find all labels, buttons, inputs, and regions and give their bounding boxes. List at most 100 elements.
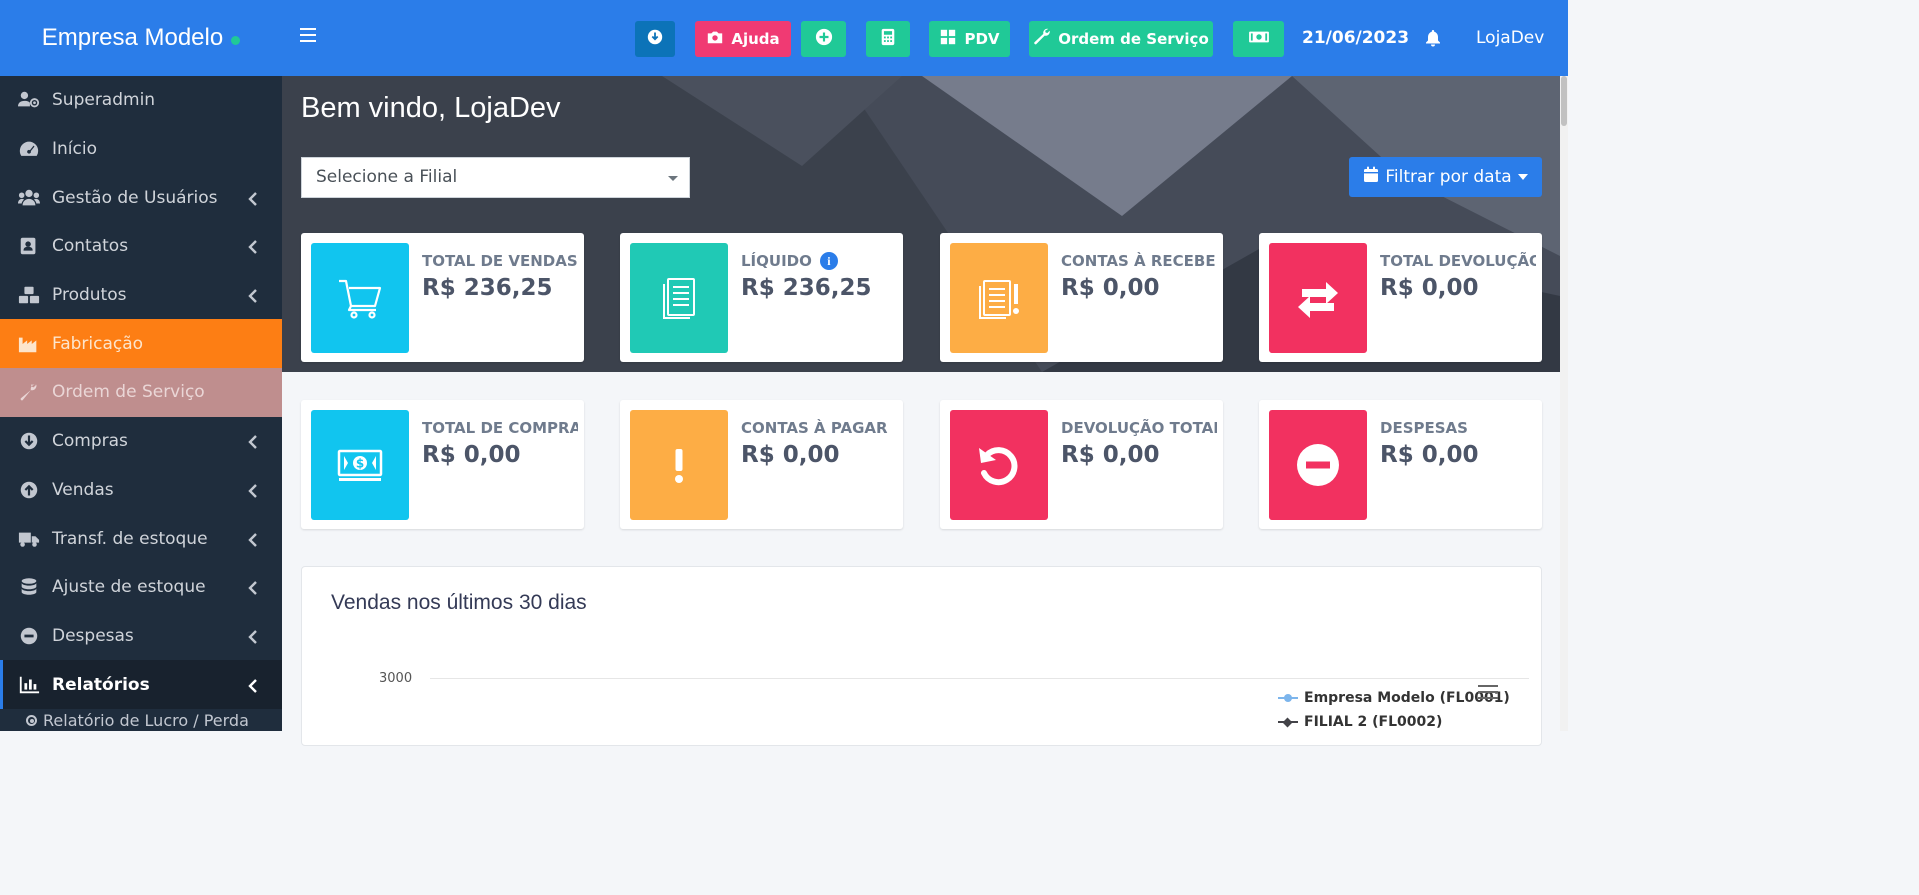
sidebar-item-superadmin[interactable]: Superadmin	[0, 76, 282, 125]
plus-circle-icon	[815, 28, 833, 50]
stat-card-total-devolucao[interactable]: TOTAL DEVOLUÇÃO R$ 0,00	[1259, 233, 1542, 362]
sidebar-subitem-label: Relatório de Lucro / Perda	[43, 711, 249, 731]
calculator-button[interactable]	[866, 21, 910, 57]
cash-button[interactable]	[1233, 21, 1284, 57]
stat-card-devolucao-total[interactable]: DEVOLUÇÃO TOTAL R$ 0,00	[940, 400, 1223, 529]
sidebar-item-label: Produtos	[52, 285, 127, 306]
arrow-circle-up-icon	[16, 480, 42, 500]
sidebar-item-label: Ordem de Serviço	[52, 382, 205, 403]
stat-card-value: R$ 0,00	[741, 442, 840, 468]
info-icon[interactable]: i	[819, 252, 838, 270]
stat-card-value: R$ 236,25	[741, 275, 872, 301]
user-menu[interactable]: LojaDev	[1476, 28, 1544, 48]
chart-gridline	[430, 678, 1529, 679]
sidebar-subitem-lucro-perda[interactable]: Relatório de Lucro / Perda	[0, 709, 282, 733]
chevron-left-icon	[248, 483, 258, 498]
sidebar-item-label: Superadmin	[52, 90, 156, 111]
truck-icon	[16, 529, 42, 549]
sidebar-item-produtos[interactable]: Produtos	[0, 271, 282, 320]
stat-card-total-vendas[interactable]: TOTAL DE VENDAS R$ 236,25	[301, 233, 584, 362]
undo-icon	[950, 410, 1048, 520]
caret-down-icon	[1517, 174, 1528, 180]
sidebar-item-gestao-usuarios[interactable]: Gestão de Usuários	[0, 173, 282, 222]
branch-select[interactable]: Selecione a Filial	[301, 157, 690, 198]
add-button[interactable]	[801, 21, 846, 57]
service-order-button[interactable]: Ordem de Serviço	[1029, 21, 1213, 57]
stat-card-contas-pagar[interactable]: CONTAS À PAGAR R$ 0,00	[620, 400, 903, 529]
stat-card-label: LÍQUIDO i	[741, 252, 897, 270]
sidebar-item-vendas[interactable]: Vendas	[0, 466, 282, 515]
cubes-icon	[16, 285, 42, 305]
stat-card-total-compras[interactable]: $ TOTAL DE COMPRAS R$ 0,00	[301, 400, 584, 529]
sidebar-item-ajuste-estoque[interactable]: Ajuste de estoque	[0, 563, 282, 612]
legend-item-filial-2[interactable]: FILIAL 2 (FL0002)	[1278, 710, 1510, 734]
stat-card-label: DESPESAS	[1380, 419, 1468, 437]
brand[interactable]: Empresa Modelo	[0, 0, 282, 76]
chevron-left-icon	[248, 629, 258, 644]
help-button[interactable]: Ajuda	[695, 21, 791, 57]
menu-toggle-icon[interactable]	[300, 28, 316, 44]
sidebar-item-label: Transf. de estoque	[52, 528, 208, 549]
sales-chart-panel: Vendas nos últimos 30 dias 3000 Empresa …	[301, 566, 1542, 746]
legend-label: FILIAL 2 (FL0002)	[1304, 714, 1443, 730]
legend-item-empresa-modelo[interactable]: Empresa Modelo (FL0001)	[1278, 686, 1510, 710]
stat-card-label: TOTAL DE COMPRAS	[422, 419, 578, 437]
users-icon	[16, 188, 42, 208]
sidebar-item-relatorios[interactable]: Relatórios	[0, 660, 282, 709]
stat-card-label: TOTAL DE VENDAS	[422, 252, 578, 270]
sidebar-item-label: Despesas	[52, 625, 134, 646]
wrench-icon	[1033, 28, 1051, 50]
legend-circle-marker	[1278, 693, 1298, 703]
stat-card-label: DEVOLUÇÃO TOTAL	[1061, 419, 1217, 437]
service-order-button-label: Ordem de Serviço	[1058, 30, 1209, 48]
online-status-dot	[231, 35, 241, 45]
stat-card-liquido[interactable]: LÍQUIDO i R$ 236,25	[620, 233, 903, 362]
branch-select-value: Selecione a Filial	[316, 167, 458, 187]
brand-name: Empresa Modelo	[41, 24, 224, 51]
chevron-left-icon	[248, 532, 258, 547]
sidebar-item-compras[interactable]: Compras	[0, 417, 282, 466]
chevron-left-icon	[248, 678, 258, 693]
stat-card-label: TOTAL DEVOLUÇÃO	[1380, 252, 1536, 270]
sidebar-item-label: Relatórios	[52, 674, 150, 695]
filter-button-label: Filtrar por data	[1385, 167, 1512, 187]
page-scrollbar[interactable]	[1560, 76, 1568, 731]
chart-bar-icon	[16, 675, 42, 695]
stat-card-despesas[interactable]: DESPESAS R$ 0,00	[1259, 400, 1542, 529]
legend-diamond-marker	[1278, 717, 1298, 727]
calculator-icon	[879, 28, 897, 50]
stat-card-value: R$ 0,00	[1380, 275, 1479, 301]
address-book-icon	[16, 236, 42, 256]
industry-icon	[16, 334, 42, 354]
sidebar-item-fabricacao[interactable]: Fabricação	[0, 319, 282, 369]
users-cog-icon	[16, 90, 42, 110]
pdv-button[interactable]: PDV	[929, 21, 1010, 57]
filter-by-date-button[interactable]: Filtrar por data	[1349, 157, 1542, 197]
grid-icon	[939, 28, 957, 50]
stat-card-value: R$ 236,25	[422, 275, 553, 301]
chevron-left-icon	[248, 191, 258, 206]
bell-icon[interactable]	[1424, 29, 1442, 47]
cart-icon	[311, 243, 409, 353]
calendar-icon	[1363, 166, 1379, 188]
sidebar-item-transf-estoque[interactable]: Transf. de estoque	[0, 514, 282, 563]
chevron-left-icon	[248, 288, 258, 303]
sidebar-item-label: Gestão de Usuários	[52, 187, 218, 208]
chevron-left-icon	[248, 434, 258, 450]
svg-text:$: $	[356, 457, 364, 471]
sidebar-item-contatos[interactable]: Contatos	[0, 222, 282, 271]
sidebar-item-inicio[interactable]: Início	[0, 125, 282, 174]
download-button[interactable]	[635, 21, 675, 57]
chart-menu-icon[interactable]	[1478, 685, 1498, 701]
scrollbar-thumb[interactable]	[1561, 76, 1567, 126]
money-bill-icon	[1247, 28, 1271, 50]
stat-card-contas-receber[interactable]: CONTAS À RECEBER R$ 0,00	[940, 233, 1223, 362]
sidebar-item-label: Compras	[52, 431, 128, 452]
sidebar-item-label: Ajuste de estoque	[52, 577, 206, 598]
minus-circle-icon	[16, 626, 42, 646]
sidebar-item-despesas[interactable]: Despesas	[0, 612, 282, 661]
exclamation-icon	[630, 410, 728, 520]
arrow-circle-down-icon	[646, 28, 664, 50]
document-icon	[630, 243, 728, 353]
sidebar-item-ordem-servico[interactable]: Ordem de Serviço	[0, 368, 282, 417]
